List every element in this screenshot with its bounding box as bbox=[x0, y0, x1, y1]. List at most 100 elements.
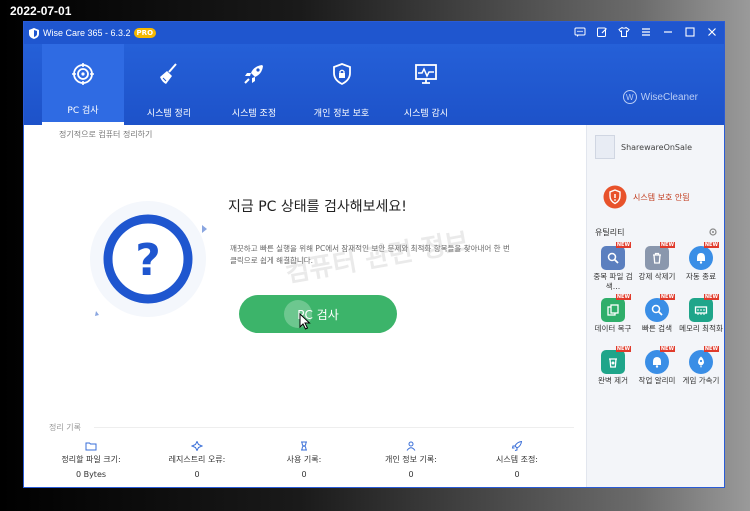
stat-value: 0 bbox=[514, 470, 520, 479]
app-window: Wise Care 365 - 6.3.2 PRO PC 검사 시스템 정리 시… bbox=[23, 21, 725, 488]
new-badge: NEW bbox=[659, 346, 675, 352]
tab-privacy[interactable]: 개인 정보 보호 bbox=[299, 44, 384, 125]
right-sidebar: SharewareOnSale 시스템 보호 안됨 유틸리티 NEW 중복 파일… bbox=[586, 125, 724, 487]
utility-label: 작업 알리미 bbox=[638, 376, 676, 385]
window-title: Wise Care 365 - 6.3.2 bbox=[43, 28, 131, 38]
pc-scan-button[interactable]: PC 검사 bbox=[239, 295, 397, 333]
stat-privacy-records: 개인 정보 기록: 0 bbox=[356, 441, 466, 479]
utility-duplicate-finder[interactable]: NEW 중복 파일 검색… bbox=[591, 242, 635, 292]
utility-label: 메모리 최적화 bbox=[679, 324, 723, 333]
stat-file-size: 정리할 파일 크기: 0 Bytes bbox=[36, 441, 146, 479]
new-badge: NEW bbox=[615, 294, 631, 300]
utility-label: 중복 파일 검색… bbox=[593, 272, 633, 291]
duplicate-search-icon: NEW bbox=[601, 242, 631, 270]
stat-label: 정리할 파일 크기: bbox=[61, 455, 121, 464]
maximize-icon[interactable] bbox=[684, 26, 696, 38]
close-icon[interactable] bbox=[706, 26, 718, 38]
utility-memory-optimizer[interactable]: NEW 메모리 최적화 bbox=[679, 294, 723, 334]
memory-chip-icon: NEW bbox=[689, 294, 719, 322]
search-icon: NEW bbox=[645, 294, 675, 322]
utility-label: 자동 종료 bbox=[686, 272, 716, 281]
protection-status[interactable]: 시스템 보호 안됨 bbox=[603, 185, 690, 209]
new-badge: NEW bbox=[703, 242, 719, 248]
privacy-icon bbox=[406, 441, 416, 451]
utility-label: 게임 가속기 bbox=[682, 376, 720, 385]
stat-usage-history: 사용 기록: 0 bbox=[249, 441, 359, 479]
edit-icon[interactable] bbox=[596, 26, 608, 38]
utility-fast-search[interactable]: NEW 빠른 검색 bbox=[635, 294, 679, 334]
utility-force-delete[interactable]: NEW 강제 삭제기 bbox=[635, 242, 679, 282]
feedback-icon[interactable] bbox=[574, 26, 586, 38]
stat-value: 0 bbox=[301, 470, 307, 479]
tab-system-clean[interactable]: 시스템 정리 bbox=[129, 44, 209, 125]
monitor-icon bbox=[415, 64, 437, 84]
user-name: SharewareOnSale bbox=[621, 142, 693, 152]
new-badge: NEW bbox=[703, 294, 719, 300]
utility-data-recovery[interactable]: NEW 데이터 복구 bbox=[591, 294, 635, 334]
shield-lock-icon bbox=[332, 63, 351, 86]
utility-label: 완벽 제거 bbox=[598, 376, 628, 385]
utility-game-booster[interactable]: NEW 게임 가속기 bbox=[679, 346, 723, 386]
new-badge: NEW bbox=[615, 242, 631, 248]
tab-label: PC 검사 bbox=[67, 106, 99, 116]
mouse-cursor-icon bbox=[299, 313, 311, 330]
minimize-icon[interactable] bbox=[662, 26, 674, 38]
utility-label: 강제 삭제기 bbox=[638, 272, 676, 281]
stat-value: 0 Bytes bbox=[75, 470, 107, 479]
bell-icon: NEW bbox=[689, 242, 719, 270]
gear-icon[interactable] bbox=[708, 227, 718, 237]
protection-label: 시스템 보호 안됨 bbox=[633, 192, 690, 202]
new-badge: NEW bbox=[659, 294, 675, 300]
history-icon bbox=[301, 441, 307, 451]
menu-icon[interactable] bbox=[640, 26, 652, 38]
records-title: 정리 기록 bbox=[49, 423, 81, 432]
stat-label: 개인 정보 기록: bbox=[385, 455, 437, 464]
target-icon bbox=[72, 63, 94, 85]
tune-icon bbox=[511, 441, 523, 451]
broom-icon bbox=[160, 63, 177, 84]
rocket-icon bbox=[244, 65, 263, 84]
data-recovery-icon: NEW bbox=[601, 294, 631, 322]
headline: 지금 PC 상태를 검사해보세요! bbox=[228, 199, 407, 215]
avatar bbox=[595, 135, 615, 159]
new-badge: NEW bbox=[703, 346, 719, 352]
tab-label: 시스템 조정 bbox=[231, 109, 277, 119]
utilities-title: 유틸리티 bbox=[595, 228, 625, 237]
utility-uninstaller[interactable]: NEW 완벽 제거 bbox=[591, 346, 635, 386]
svg-text:?: ? bbox=[135, 235, 161, 286]
tab-label: 시스템 감시 bbox=[403, 109, 449, 119]
stat-system-tune: 시스템 조정: 0 bbox=[462, 441, 572, 479]
description: 깨끗하고 빠른 실행을 위해 PC에서 잠재적인 보안 문제와 최적화 항목들을… bbox=[230, 244, 510, 265]
tab-label: 개인 정보 보호 bbox=[313, 109, 370, 119]
tab-label: 시스템 정리 bbox=[146, 109, 192, 119]
wisecleaner-brand[interactable]: W WiseCleaner bbox=[622, 90, 698, 104]
stat-label: 사용 기록: bbox=[286, 455, 322, 464]
stat-registry: 레지스트리 오류: 0 bbox=[142, 441, 252, 479]
tab-system-monitor[interactable]: 시스템 감시 bbox=[386, 44, 466, 125]
utility-label: 데이터 복구 bbox=[594, 324, 632, 333]
folder-icon bbox=[85, 442, 97, 451]
stat-label: 시스템 조정: bbox=[495, 455, 539, 464]
tab-pc-check[interactable]: PC 검사 bbox=[42, 44, 124, 125]
stat-value: 0 bbox=[194, 470, 200, 479]
wisecleaner-logo-icon: W bbox=[622, 90, 637, 104]
page-subtitle: 정기적으로 컴퓨터 정리하기 bbox=[59, 130, 153, 139]
warning-shield-icon bbox=[603, 185, 627, 209]
skin-shirt-icon[interactable] bbox=[618, 26, 630, 38]
utility-auto-shutdown[interactable]: NEW 자동 종료 bbox=[679, 242, 723, 282]
title-bar: Wise Care 365 - 6.3.2 PRO bbox=[24, 22, 724, 44]
date-stamp: 2022-07-01 bbox=[10, 4, 72, 18]
brand-name: WiseCleaner bbox=[640, 91, 698, 103]
utility-label: 빠른 검색 bbox=[642, 324, 672, 333]
utility-task-reminder[interactable]: NEW 작업 알리미 bbox=[635, 346, 679, 386]
app-logo-icon bbox=[29, 27, 39, 39]
stat-value: 0 bbox=[408, 470, 414, 479]
uninstall-icon: NEW bbox=[601, 346, 631, 374]
new-badge: NEW bbox=[659, 242, 675, 248]
tab-system-tune[interactable]: 시스템 조정 bbox=[214, 44, 294, 125]
pro-badge: PRO bbox=[133, 28, 157, 38]
rocket-icon: NEW bbox=[689, 346, 719, 374]
user-account[interactable]: SharewareOnSale bbox=[595, 135, 692, 159]
pc-check-panel: 정기적으로 컴퓨터 정리하기 ? 지금 PC 상태를 검사해보세요! 깨끗하고 … bbox=[24, 125, 586, 487]
trash-icon: NEW bbox=[645, 242, 675, 270]
